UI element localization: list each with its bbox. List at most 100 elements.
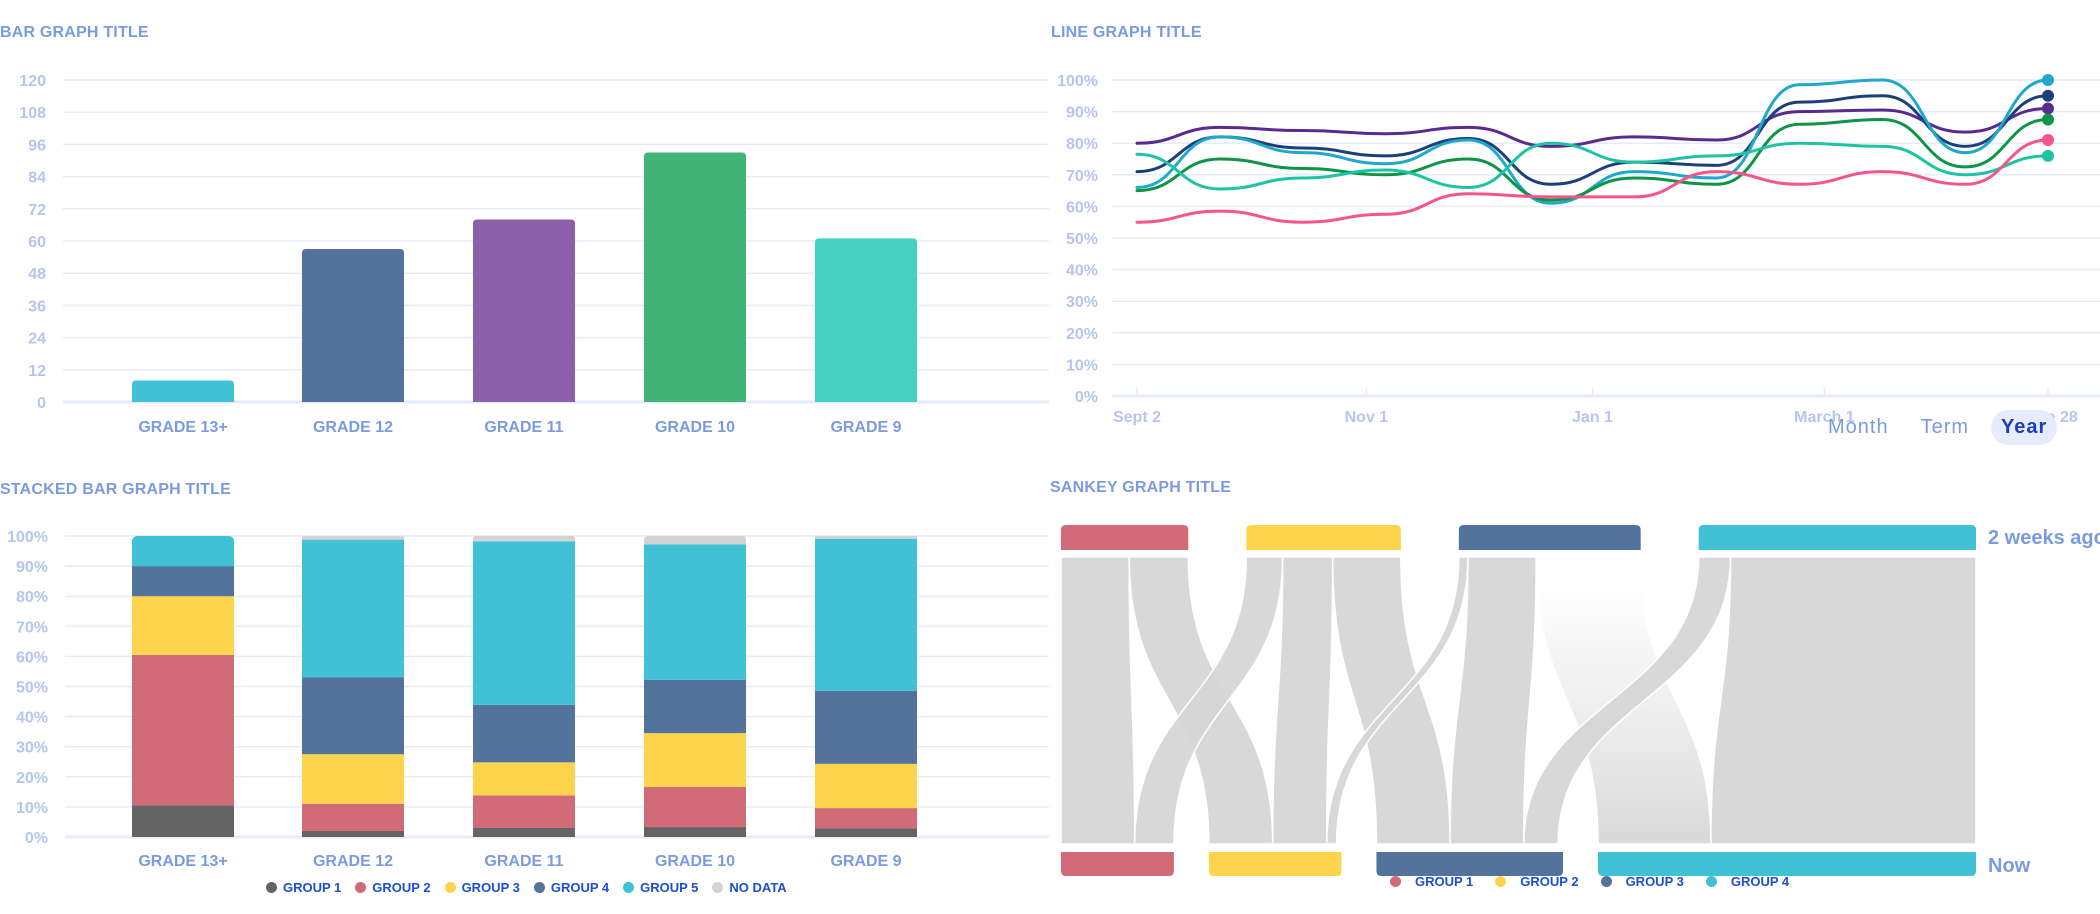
legend-dot-icon xyxy=(1390,876,1401,887)
legend-dot-icon xyxy=(355,882,367,893)
series-green-line xyxy=(1135,117,2050,202)
y-tick-label: 60% xyxy=(16,649,48,666)
x-tick-label: GRADE 10 xyxy=(655,419,735,436)
stacked-segment xyxy=(302,677,404,755)
legend-label: GROUP 1 xyxy=(1415,874,1474,889)
stacked-segment xyxy=(815,536,917,539)
legend-label: GROUP 1 xyxy=(283,880,342,895)
y-tick-label: 120 xyxy=(19,73,46,90)
y-tick-label: 48 xyxy=(28,266,46,283)
y-tick-label: 0 xyxy=(37,395,46,412)
y-tick-label: 0% xyxy=(25,830,48,847)
stacked-segment xyxy=(302,539,404,678)
legend-item: GROUP 1 xyxy=(1390,874,1473,889)
x-tick-label: Nov 1 xyxy=(1345,409,1389,426)
sankey-chart: 2 weeks ago Now xyxy=(1060,525,2100,877)
stacked-segment xyxy=(473,795,575,828)
legend-item: GROUP 4 xyxy=(1705,874,1790,889)
legend-dot-icon xyxy=(533,882,545,893)
y-tick-label: 80% xyxy=(1066,136,1098,153)
sankey-flow xyxy=(1271,556,1334,845)
sankey-node-bottom xyxy=(1061,852,1174,876)
legend-label: NO DATA xyxy=(729,880,787,895)
legend-item: GROUP 1 xyxy=(266,880,341,895)
stacked-segment xyxy=(815,808,917,829)
legend-dot-icon xyxy=(712,882,724,893)
stacked-bar-legend: GROUP 1 GROUP 2 GROUP 3 GROUP 4 GROUP 5 NO DA… xyxy=(266,880,787,895)
line-chart: 0% 10% 20% 30% 40% 50% 60% 70% 80% 90% 100% Sept 2 N… xyxy=(1057,73,2100,426)
x-tick-label: GRADE 13+ xyxy=(138,853,227,870)
sankey-node-top xyxy=(1061,525,1189,550)
y-tick-label: 12 xyxy=(28,363,46,380)
sankey-node-bottom xyxy=(1598,852,1976,876)
stacked-segment xyxy=(302,536,404,540)
stacked-segment xyxy=(473,536,575,542)
y-tick-label: 60 xyxy=(28,234,46,251)
x-tick-label: GRADE 12 xyxy=(313,419,393,436)
x-tick-label: Sept 2 xyxy=(1113,409,1161,426)
y-tick-label: 10% xyxy=(1066,357,1098,374)
y-tick-label: 20% xyxy=(1066,326,1098,343)
y-tick-label: 50% xyxy=(1066,231,1098,248)
y-tick-label: 72 xyxy=(28,202,46,219)
x-tick-label: GRADE 11 xyxy=(484,419,563,436)
y-tick-label: 50% xyxy=(16,680,48,697)
y-tick-label: 80% xyxy=(16,589,48,606)
y-tick-label: 0% xyxy=(1075,389,1098,406)
series-teal-end-point xyxy=(2042,149,2054,162)
y-tick-label: 30% xyxy=(1066,294,1098,311)
stacked-segment xyxy=(132,654,234,806)
legend-item: GROUP 4 xyxy=(533,880,609,895)
legend-item: GROUP 2 xyxy=(1495,874,1579,889)
y-tick-label: 70% xyxy=(16,619,48,636)
y-tick-label: 96 xyxy=(28,137,46,154)
stacked-segment xyxy=(815,690,917,764)
y-tick-label: 108 xyxy=(19,105,46,122)
stacked-segment xyxy=(815,828,917,837)
bar xyxy=(644,152,746,402)
range-term-button[interactable]: Term xyxy=(1911,410,1979,445)
legend-dot-icon xyxy=(266,882,277,893)
stacked-segment xyxy=(302,830,404,837)
bar xyxy=(302,249,404,402)
x-tick-label: GRADE 13+ xyxy=(138,419,227,436)
legend-dot-icon xyxy=(444,882,456,893)
legend-label: GROUP 3 xyxy=(461,880,520,895)
stacked-segment xyxy=(815,538,917,691)
x-tick-label: GRADE 9 xyxy=(830,419,901,436)
y-tick-label: 10% xyxy=(16,800,48,817)
series-pink-end-point xyxy=(2042,134,2054,147)
sankey-bottom-stage-label: Now xyxy=(1988,855,2031,877)
bar xyxy=(473,219,575,402)
stacked-segment xyxy=(132,566,234,597)
y-tick-label: 100% xyxy=(1057,73,1098,90)
y-tick-label: 100% xyxy=(7,529,48,546)
legend-label: GROUP 5 xyxy=(640,880,699,895)
stacked-segment xyxy=(132,536,234,567)
range-month-button[interactable]: Month xyxy=(1818,410,1899,445)
range-year-button[interactable]: Year xyxy=(1991,410,2058,445)
series-green-end-point xyxy=(2042,113,2054,126)
x-tick-label: Jan 1 xyxy=(1572,409,1613,426)
series-blue-end-point xyxy=(2042,74,2054,86)
sankey-legend: GROUP 1 GROUP 2 GROUP 3 GROUP 4 xyxy=(1390,874,1789,889)
sankey-top-stage-label: 2 weeks ago xyxy=(1988,527,2100,549)
charts-canvas: 0 12 24 36 48 60 72 84 96 108 120 GRADE 13+ GRADE 12… xyxy=(7,73,2100,877)
legend-label: GROUP 4 xyxy=(1730,874,1790,889)
stacked-segment xyxy=(302,754,404,804)
legend-label: GROUP 3 xyxy=(1625,874,1684,889)
y-tick-label: 90% xyxy=(1066,105,1098,122)
sankey-flow xyxy=(1331,556,1451,845)
legend-dot-icon xyxy=(1600,876,1612,887)
sankey-node-top xyxy=(1246,525,1401,550)
stacked-segment xyxy=(644,679,746,734)
legend-item: GROUP 3 xyxy=(1600,874,1684,889)
bar xyxy=(815,238,917,402)
stacked-segment xyxy=(473,827,575,837)
sankey-node-top xyxy=(1458,525,1641,550)
series-navy-line xyxy=(1135,94,2050,186)
stacked-segment xyxy=(302,803,404,831)
y-tick-label: 70% xyxy=(1066,168,1098,185)
series-purple-line xyxy=(1135,106,2050,148)
y-tick-label: 40% xyxy=(16,710,48,727)
